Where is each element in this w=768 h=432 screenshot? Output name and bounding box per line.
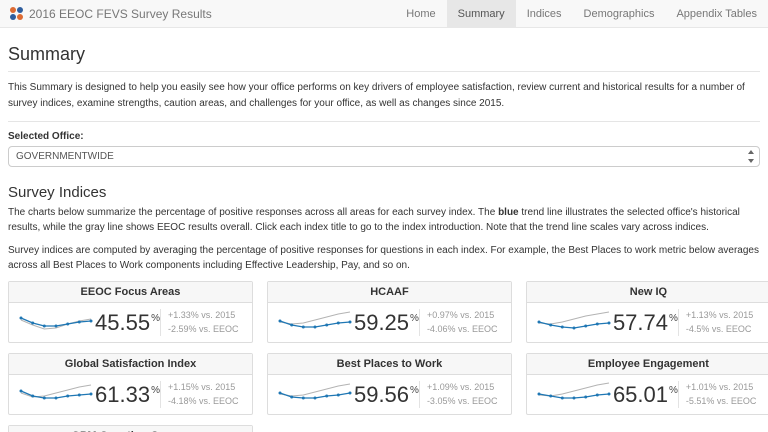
brand-title: 2016 EEOC FEVS Survey Results bbox=[29, 7, 212, 21]
percent-sign: % bbox=[410, 385, 419, 396]
index-value: 61.33% bbox=[95, 382, 160, 408]
index-card: Best Places to Work 59.56% +1.09% vs. 20… bbox=[267, 353, 512, 415]
delta-vs-2015: +1.01% vs. 2015 bbox=[686, 382, 753, 392]
index-card-title-link[interactable]: OPM Question Groups bbox=[9, 426, 252, 432]
index-value: 57.74% bbox=[613, 310, 678, 336]
index-value: 65.01% bbox=[613, 382, 678, 408]
index-card: Global Satisfaction Index 61.33% +1.15% … bbox=[8, 353, 253, 415]
index-value: 59.25% bbox=[354, 310, 419, 336]
index-card: OPM Question Groups 59.27% +1.04% vs. 20… bbox=[8, 425, 253, 432]
trend-sparkline bbox=[276, 310, 354, 336]
delta-vs-2015: +1.13% vs. 2015 bbox=[686, 310, 753, 320]
blue-word: blue bbox=[498, 207, 519, 218]
trend-sparkline bbox=[535, 382, 613, 408]
percent-sign: % bbox=[151, 313, 160, 324]
index-card-body: 45.55% +1.33% vs. 2015 -2.59% vs. EEOC bbox=[9, 303, 252, 342]
delta-vs-eeoc: -4.18% vs. EEOC bbox=[168, 396, 239, 406]
index-card: EEOC Focus Areas 45.55% +1.33% vs. 2015 … bbox=[8, 281, 253, 343]
selected-office-label: Selected Office: bbox=[8, 131, 760, 142]
page-title: Summary bbox=[8, 44, 760, 65]
percent-sign: % bbox=[669, 385, 678, 396]
index-card: HCAAF 59.25% +0.97% vs. 2015 -4.06% vs. … bbox=[267, 281, 512, 343]
delta-vs-2015: +0.97% vs. 2015 bbox=[427, 310, 494, 320]
nav-appendix-tables[interactable]: Appendix Tables bbox=[665, 0, 768, 27]
index-card-title-link[interactable]: Employee Engagement bbox=[527, 354, 768, 375]
trend-sparkline bbox=[276, 382, 354, 408]
index-deltas: +1.01% vs. 2015 -5.51% vs. EEOC bbox=[678, 381, 762, 408]
delta-vs-eeoc: -4.5% vs. EEOC bbox=[686, 324, 752, 334]
index-deltas: +0.97% vs. 2015 -4.06% vs. EEOC bbox=[419, 309, 503, 336]
index-deltas: +1.15% vs. 2015 -4.18% vs. EEOC bbox=[160, 381, 244, 408]
index-value: 45.55% bbox=[95, 310, 160, 336]
percent-sign: % bbox=[669, 313, 678, 324]
summary-intro: This Summary is designed to help you eas… bbox=[8, 80, 760, 111]
index-cards-grid: EEOC Focus Areas 45.55% +1.33% vs. 2015 … bbox=[8, 281, 760, 432]
survey-indices-title: Survey Indices bbox=[8, 184, 760, 201]
nav-demographics[interactable]: Demographics bbox=[573, 0, 666, 27]
index-deltas: +1.09% vs. 2015 -3.05% vs. EEOC bbox=[419, 381, 503, 408]
index-card-body: 61.33% +1.15% vs. 2015 -4.18% vs. EEOC bbox=[9, 375, 252, 414]
nav-indices[interactable]: Indices bbox=[516, 0, 573, 27]
trend-sparkline bbox=[535, 310, 613, 336]
divider bbox=[8, 121, 760, 122]
percent-sign: % bbox=[410, 313, 419, 324]
index-deltas: +1.33% vs. 2015 -2.59% vs. EEOC bbox=[160, 309, 244, 336]
index-card: Employee Engagement 65.01% +1.01% vs. 20… bbox=[526, 353, 768, 415]
top-navbar: 2016 EEOC FEVS Survey Results HomeSummar… bbox=[0, 0, 768, 28]
index-card: New IQ 57.74% +1.13% vs. 2015 -4.5% vs. … bbox=[526, 281, 768, 343]
nav-home[interactable]: Home bbox=[395, 0, 446, 27]
index-deltas: +1.13% vs. 2015 -4.5% vs. EEOC bbox=[678, 309, 762, 336]
survey-indices-p1: The charts below summarize the percentag… bbox=[8, 205, 760, 235]
eeoc-logo-icon bbox=[10, 7, 23, 20]
delta-vs-eeoc: -4.06% vs. EEOC bbox=[427, 324, 498, 334]
office-select[interactable]: GOVERNMENTWIDE bbox=[8, 146, 760, 167]
delta-vs-eeoc: -3.05% vs. EEOC bbox=[427, 396, 498, 406]
index-card-body: 57.74% +1.13% vs. 2015 -4.5% vs. EEOC bbox=[527, 303, 768, 342]
divider bbox=[8, 71, 760, 72]
index-card-body: 65.01% +1.01% vs. 2015 -5.51% vs. EEOC bbox=[527, 375, 768, 414]
index-card-title-link[interactable]: EEOC Focus Areas bbox=[9, 282, 252, 303]
p1-before: The charts below summarize the percentag… bbox=[8, 207, 498, 218]
index-value: 59.56% bbox=[354, 382, 419, 408]
index-card-title-link[interactable]: Global Satisfaction Index bbox=[9, 354, 252, 375]
delta-vs-2015: +1.15% vs. 2015 bbox=[168, 382, 235, 392]
brand: 2016 EEOC FEVS Survey Results bbox=[10, 0, 212, 27]
index-card-body: 59.25% +0.97% vs. 2015 -4.06% vs. EEOC bbox=[268, 303, 511, 342]
trend-sparkline bbox=[17, 382, 95, 408]
trend-sparkline bbox=[17, 310, 95, 336]
survey-indices-p2: Survey indices are computed by averaging… bbox=[8, 243, 760, 273]
office-select-wrap: GOVERNMENTWIDE bbox=[8, 146, 760, 167]
delta-vs-eeoc: -2.59% vs. EEOC bbox=[168, 324, 239, 334]
index-card-title-link[interactable]: New IQ bbox=[527, 282, 768, 303]
index-card-title-link[interactable]: Best Places to Work bbox=[268, 354, 511, 375]
delta-vs-eeoc: -5.51% vs. EEOC bbox=[686, 396, 757, 406]
percent-sign: % bbox=[151, 385, 160, 396]
delta-vs-2015: +1.09% vs. 2015 bbox=[427, 382, 494, 392]
delta-vs-2015: +1.33% vs. 2015 bbox=[168, 310, 235, 320]
index-card-body: 59.56% +1.09% vs. 2015 -3.05% vs. EEOC bbox=[268, 375, 511, 414]
nav-summary[interactable]: Summary bbox=[447, 0, 516, 27]
main-nav: HomeSummaryIndicesDemographicsAppendix T… bbox=[395, 0, 768, 27]
page-content: Summary This Summary is designed to help… bbox=[0, 28, 768, 432]
index-card-title-link[interactable]: HCAAF bbox=[268, 282, 511, 303]
